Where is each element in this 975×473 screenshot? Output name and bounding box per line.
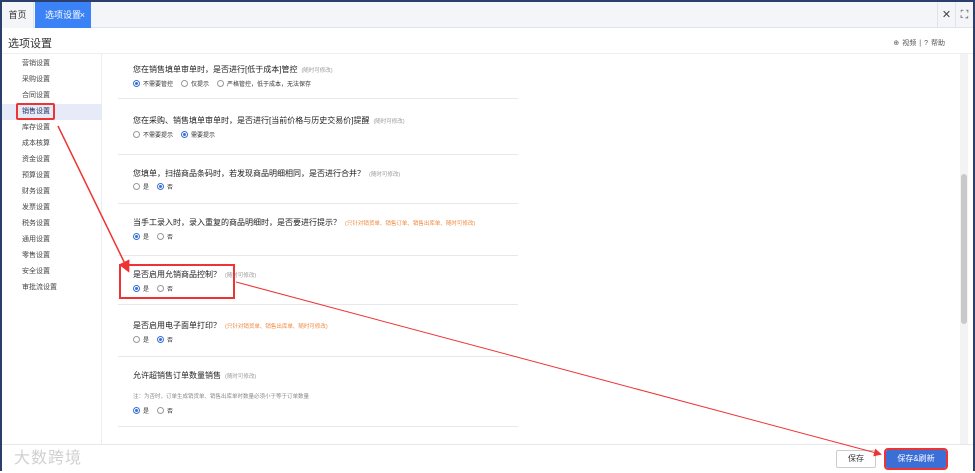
arrow-option-to-save xyxy=(235,281,882,457)
annotation-arrows xyxy=(57,125,882,457)
app-frame: 首页 选项设置 × ✕ ⛶ 选项设置 ⊕ 视频 | ? 帮助 营销设置 采购设置合… xyxy=(0,0,975,471)
arrow-sidebar-to-option xyxy=(57,125,130,273)
